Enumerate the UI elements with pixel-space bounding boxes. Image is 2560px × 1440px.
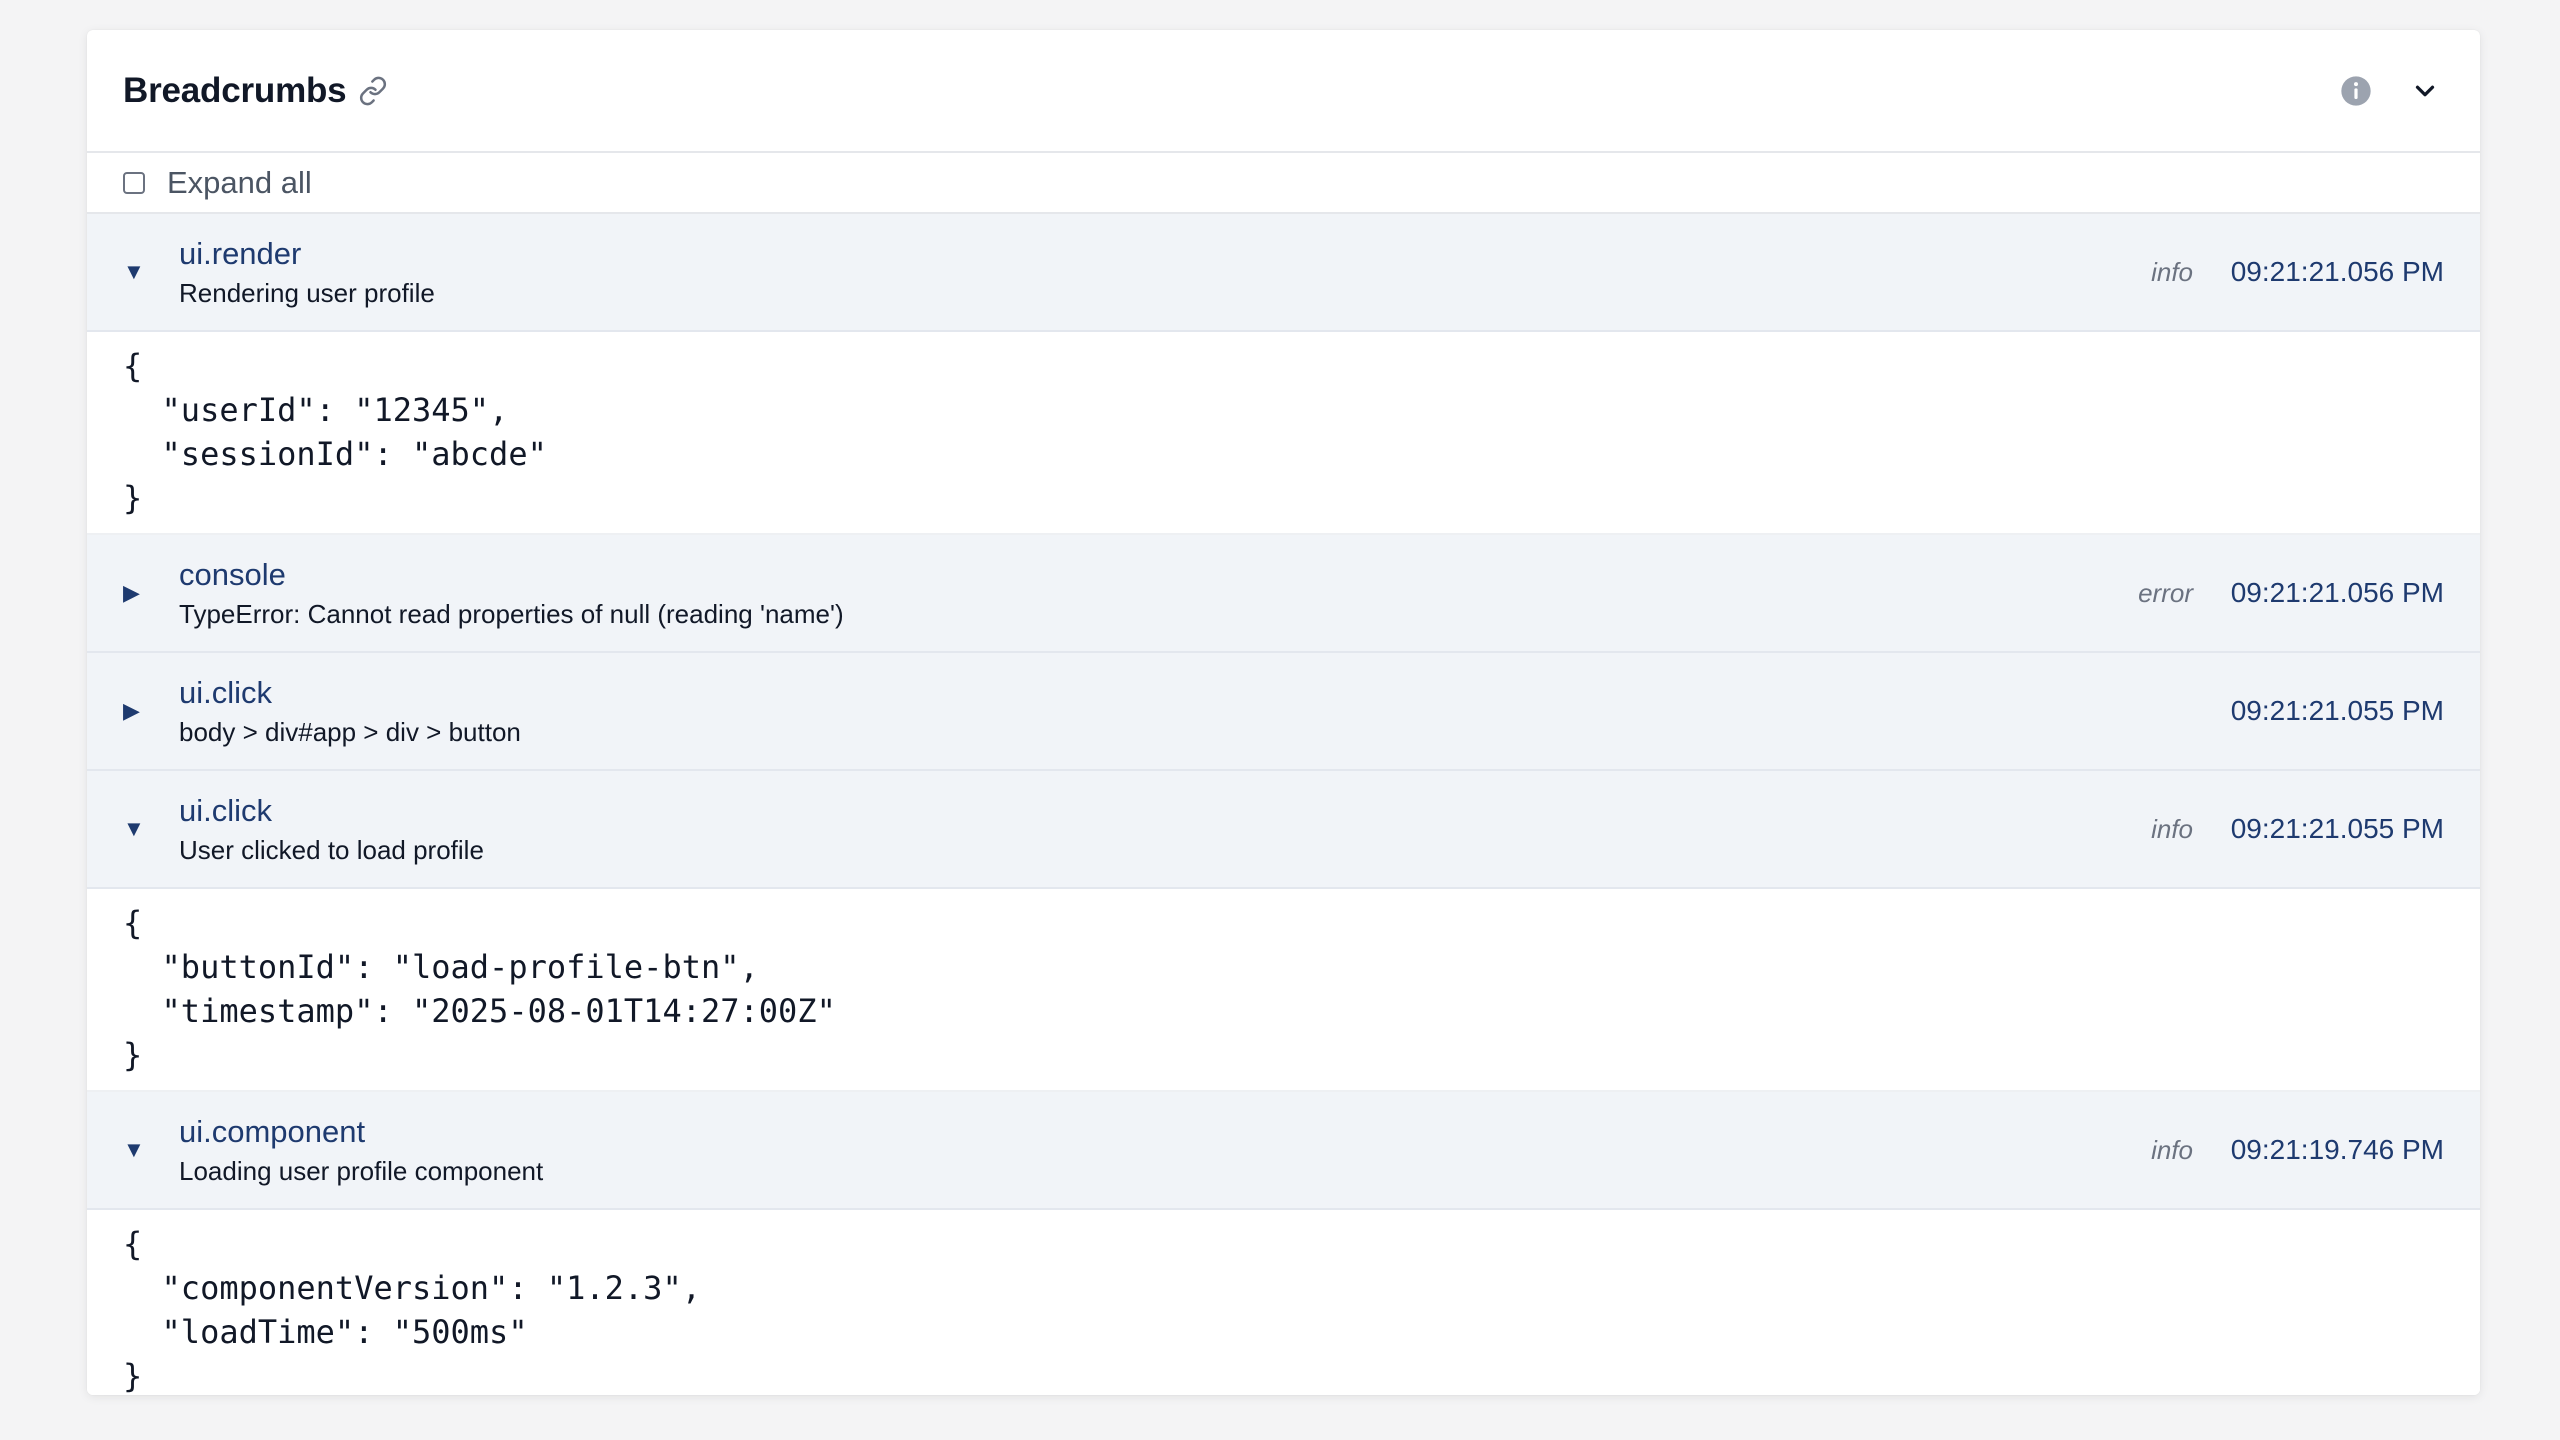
crumb-data: { "componentVersion": "1.2.3", "loadTime… bbox=[87, 1210, 2480, 1395]
link-icon[interactable] bbox=[358, 76, 388, 106]
crumb-timestamp: 09:21:21.055 PM bbox=[2230, 813, 2444, 844]
panel-header: Breadcrumbs bbox=[87, 30, 2480, 153]
crumb-level: info bbox=[2151, 1134, 2193, 1165]
crumb-message: body > div#app > div > button bbox=[179, 716, 521, 747]
expand-toggle-icon[interactable]: ▼ bbox=[123, 1139, 145, 1161]
crumb-timestamp: 09:21:19.746 PM bbox=[2230, 1134, 2444, 1165]
crumb-timestamp: 09:21:21.055 PM bbox=[2230, 695, 2444, 726]
crumb-data: { "userId": "12345", "sessionId": "abcde… bbox=[87, 332, 2480, 535]
crumb-category: ui.click bbox=[179, 674, 273, 710]
expand-toggle-icon[interactable]: ▶ bbox=[123, 700, 143, 722]
crumb-level: info bbox=[2151, 256, 2193, 287]
crumb-category: console bbox=[179, 556, 286, 592]
crumb-message: Loading user profile component bbox=[179, 1155, 544, 1186]
crumb-timestamp: 09:21:21.056 PM bbox=[2230, 577, 2444, 608]
breadcrumb-row[interactable]: ▼ ui.click User clicked to load profile … bbox=[87, 771, 2480, 889]
crumb-level: error bbox=[2138, 577, 2193, 608]
crumb-data: { "buttonId": "load-profile-btn", "times… bbox=[87, 889, 2480, 1092]
crumb-message: TypeError: Cannot read properties of nul… bbox=[179, 598, 844, 629]
panel-title: Breadcrumbs bbox=[123, 70, 347, 110]
crumb-message: Rendering user profile bbox=[179, 277, 435, 308]
crumb-category: ui.component bbox=[179, 1113, 366, 1149]
expand-all-checkbox[interactable] bbox=[123, 171, 145, 194]
expand-toggle-icon[interactable]: ▼ bbox=[123, 818, 145, 840]
crumb-level: info bbox=[2151, 813, 2193, 844]
breadcrumb-row[interactable]: ▶ ui.click body > div#app > div > button… bbox=[87, 653, 2480, 771]
crumb-message: User clicked to load profile bbox=[179, 834, 484, 865]
expand-all-label[interactable]: Expand all bbox=[167, 165, 312, 201]
crumb-timestamp: 09:21:21.056 PM bbox=[2230, 256, 2444, 287]
breadcrumb-row[interactable]: ▼ ui.component Loading user profile comp… bbox=[87, 1092, 2480, 1210]
crumb-category: ui.click bbox=[179, 792, 273, 828]
expand-toggle-icon[interactable]: ▼ bbox=[123, 261, 145, 283]
expand-toggle-icon[interactable]: ▶ bbox=[123, 582, 143, 604]
breadcrumbs-panel: Breadcrumbs Expand all ▼ ui.render Rende… bbox=[87, 30, 2480, 1395]
breadcrumb-row[interactable]: ▶ console TypeError: Cannot read propert… bbox=[87, 535, 2480, 653]
expand-all-row[interactable]: Expand all bbox=[87, 153, 2480, 214]
breadcrumb-row[interactable]: ▼ ui.render Rendering user profile info … bbox=[87, 214, 2480, 332]
info-icon[interactable] bbox=[2340, 75, 2372, 107]
chevron-down-icon[interactable] bbox=[2410, 76, 2440, 106]
crumb-category: ui.render bbox=[179, 235, 302, 271]
